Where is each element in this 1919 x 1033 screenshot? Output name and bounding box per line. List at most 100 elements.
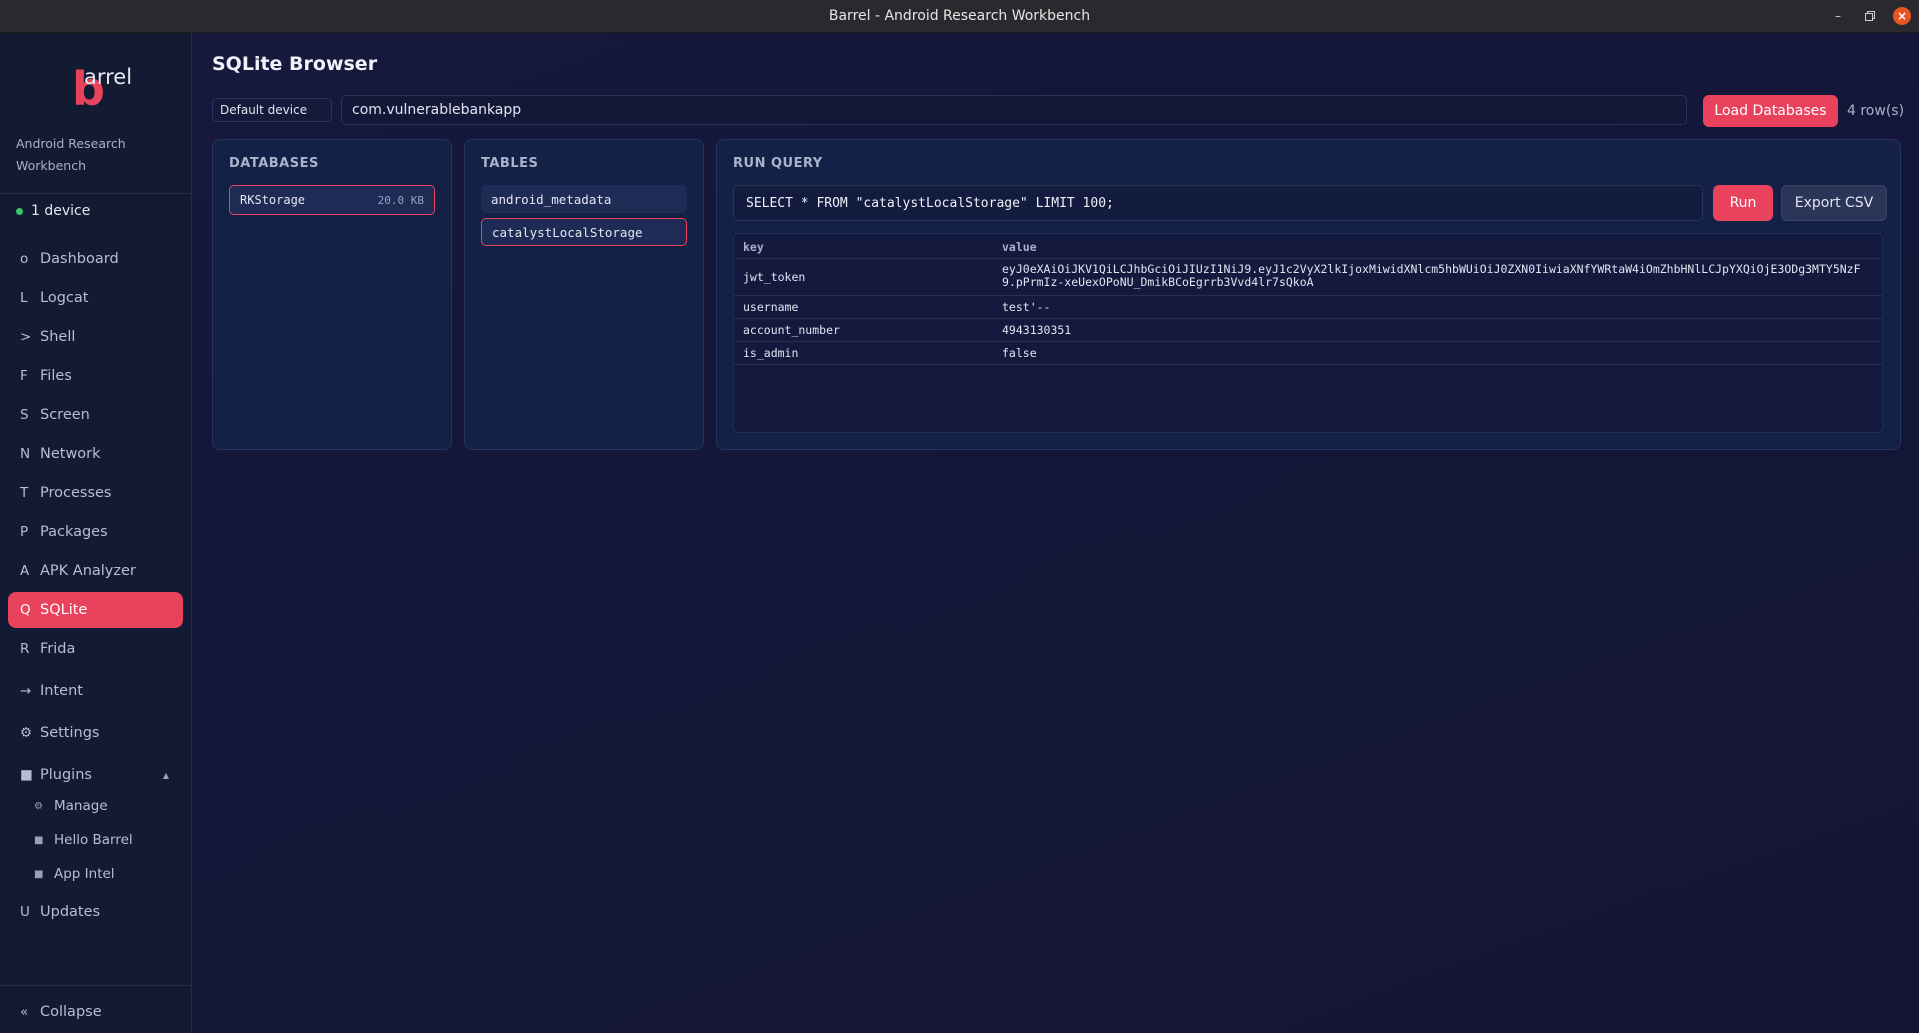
device-status: 1 device: [16, 203, 90, 219]
screen-icon: S: [20, 407, 29, 423]
window-title: Barrel - Android Research Workbench: [828, 8, 1091, 24]
apk-analyzer-icon: A: [20, 563, 30, 579]
tables-label: TABLES: [481, 156, 539, 171]
packages-icon: P: [20, 524, 29, 540]
nav-files[interactable]: F Files: [8, 358, 183, 394]
nav-shell[interactable]: > Shell: [8, 319, 183, 355]
table-row[interactable]: jwt_token eyJ0eXAiOiJKV1QiLCJhbGciOiJIUz…: [734, 259, 1882, 296]
device-select[interactable]: Default device: [212, 98, 332, 122]
plugin-square-icon: ■: [34, 868, 44, 880]
nav-sub-label: App Intel: [54, 866, 115, 882]
table-row[interactable]: username test'--: [734, 296, 1882, 319]
minimize-icon[interactable]: –: [1829, 7, 1847, 25]
package-input[interactable]: com.vulnerablebankapp: [341, 95, 1687, 125]
files-icon: F: [20, 368, 28, 384]
nav-sub-label: Hello Barrel: [54, 832, 133, 848]
page-title: SQLite Browser: [212, 53, 378, 75]
results-table: key value jwt_token eyJ0eXAiOiJKV1QiLCJh…: [733, 233, 1883, 433]
nav-logcat[interactable]: L Logcat: [8, 280, 183, 316]
nav-label: Dashboard: [40, 251, 119, 267]
collapse-label: Collapse: [40, 1004, 102, 1020]
nav-label: APK Analyzer: [40, 563, 136, 579]
arrow-right-icon: →: [20, 683, 32, 699]
sidebar-divider: [0, 193, 191, 194]
double-chevron-left-icon: «: [20, 1004, 29, 1020]
nav-intent[interactable]: → Intent: [8, 673, 183, 709]
dashboard-icon: o: [20, 251, 29, 267]
row-count: 4 row(s): [1847, 103, 1905, 119]
main-content: SQLite Browser Default device com.vulner…: [192, 33, 1919, 1033]
nav-plugin-app-intel[interactable]: ■ App Intel: [34, 860, 115, 888]
nav-processes[interactable]: T Processes: [8, 475, 183, 511]
nav-label: Packages: [40, 524, 108, 540]
network-icon: N: [20, 446, 31, 462]
nav-updates[interactable]: U Updates: [8, 894, 183, 930]
nav-label: Network: [40, 446, 101, 462]
nav-plugin-hello-barrel[interactable]: ■ Hello Barrel: [34, 826, 133, 854]
frida-icon: R: [20, 641, 30, 657]
nav-label: Processes: [40, 485, 112, 501]
table-row[interactable]: account_number 4943130351: [734, 319, 1882, 342]
cell-value: false: [1002, 346, 1037, 360]
column-header: value: [1002, 240, 1037, 254]
nav-packages[interactable]: P Packages: [8, 514, 183, 550]
nav-label: Shell: [40, 329, 76, 345]
nav-sqlite[interactable]: Q SQLite: [8, 592, 183, 628]
nav-plugins[interactable]: ■ Plugins ▲: [8, 757, 183, 793]
cell-key: jwt_token: [743, 270, 806, 284]
maximize-icon[interactable]: [1861, 7, 1879, 25]
tables-panel: TABLES android_metadata catalystLocalSto…: [464, 139, 704, 450]
database-size: 20.0 KB: [377, 193, 424, 207]
nav-sub-label: Manage: [54, 798, 108, 814]
device-count: 1 device: [31, 203, 91, 219]
nav-network[interactable]: N Network: [8, 436, 183, 472]
cell-key: username: [743, 300, 799, 314]
nav-label: Plugins: [40, 767, 92, 783]
table-row[interactable]: is_admin false: [734, 342, 1882, 365]
sidebar-divider: [0, 985, 191, 986]
shell-icon: >: [20, 329, 32, 345]
nav-apk-analyzer[interactable]: A APK Analyzer: [8, 553, 183, 589]
nav-label: Settings: [40, 725, 100, 741]
collapse-button[interactable]: « Collapse: [8, 994, 183, 1030]
nav-dashboard[interactable]: o Dashboard: [8, 241, 183, 277]
sidebar: b arrel Android Research Workbench 1 dev…: [0, 33, 192, 1033]
title-bar: Barrel - Android Research Workbench – ×: [0, 0, 1919, 33]
close-icon[interactable]: ×: [1893, 7, 1911, 25]
results-header: key value: [734, 234, 1882, 259]
plugin-square-icon: ■: [34, 834, 44, 846]
cell-value: 4943130351: [1002, 323, 1072, 337]
nav-label: Screen: [40, 407, 90, 423]
nav-plugin-manage[interactable]: ⚙ Manage: [34, 792, 108, 820]
nav-label: Updates: [40, 904, 101, 920]
tagline: Android Research Workbench: [16, 136, 126, 173]
run-button[interactable]: Run: [1713, 185, 1773, 221]
table-item[interactable]: android_metadata: [481, 185, 687, 213]
load-databases-button[interactable]: Load Databases: [1703, 95, 1838, 127]
nav-label: SQLite: [40, 602, 88, 618]
cell-value: test'--: [1002, 300, 1051, 314]
databases-panel: DATABASES RKStorage 20.0 KB: [212, 139, 452, 450]
nav-screen[interactable]: S Screen: [8, 397, 183, 433]
barrel-logo: b arrel: [72, 65, 132, 115]
database-item[interactable]: RKStorage 20.0 KB: [229, 185, 435, 215]
nav-label: Files: [40, 368, 72, 384]
run-query-label: RUN QUERY: [733, 156, 823, 171]
run-query-panel: RUN QUERY SELECT * FROM "catalystLocalSt…: [716, 139, 1901, 450]
caret-up-icon[interactable]: ▲: [163, 771, 169, 780]
nav-frida[interactable]: R Frida: [8, 631, 183, 667]
nav-settings[interactable]: ⚙ Settings: [8, 715, 183, 751]
cell-key: account_number: [743, 323, 840, 337]
sql-query-input[interactable]: SELECT * FROM "catalystLocalStorage" LIM…: [733, 185, 1703, 221]
gear-icon: ⚙: [34, 800, 43, 812]
plugin-square-icon: ■: [20, 767, 33, 783]
nav-label: Frida: [40, 641, 76, 657]
table-item[interactable]: catalystLocalStorage: [481, 218, 687, 246]
column-header: key: [743, 240, 764, 254]
logo-text: arrel: [84, 65, 133, 89]
databases-label: DATABASES: [229, 156, 319, 171]
gear-icon: ⚙: [20, 725, 33, 741]
cell-key: is_admin: [743, 346, 799, 360]
device-online-dot: [16, 207, 23, 215]
export-csv-button[interactable]: Export CSV: [1781, 185, 1887, 221]
